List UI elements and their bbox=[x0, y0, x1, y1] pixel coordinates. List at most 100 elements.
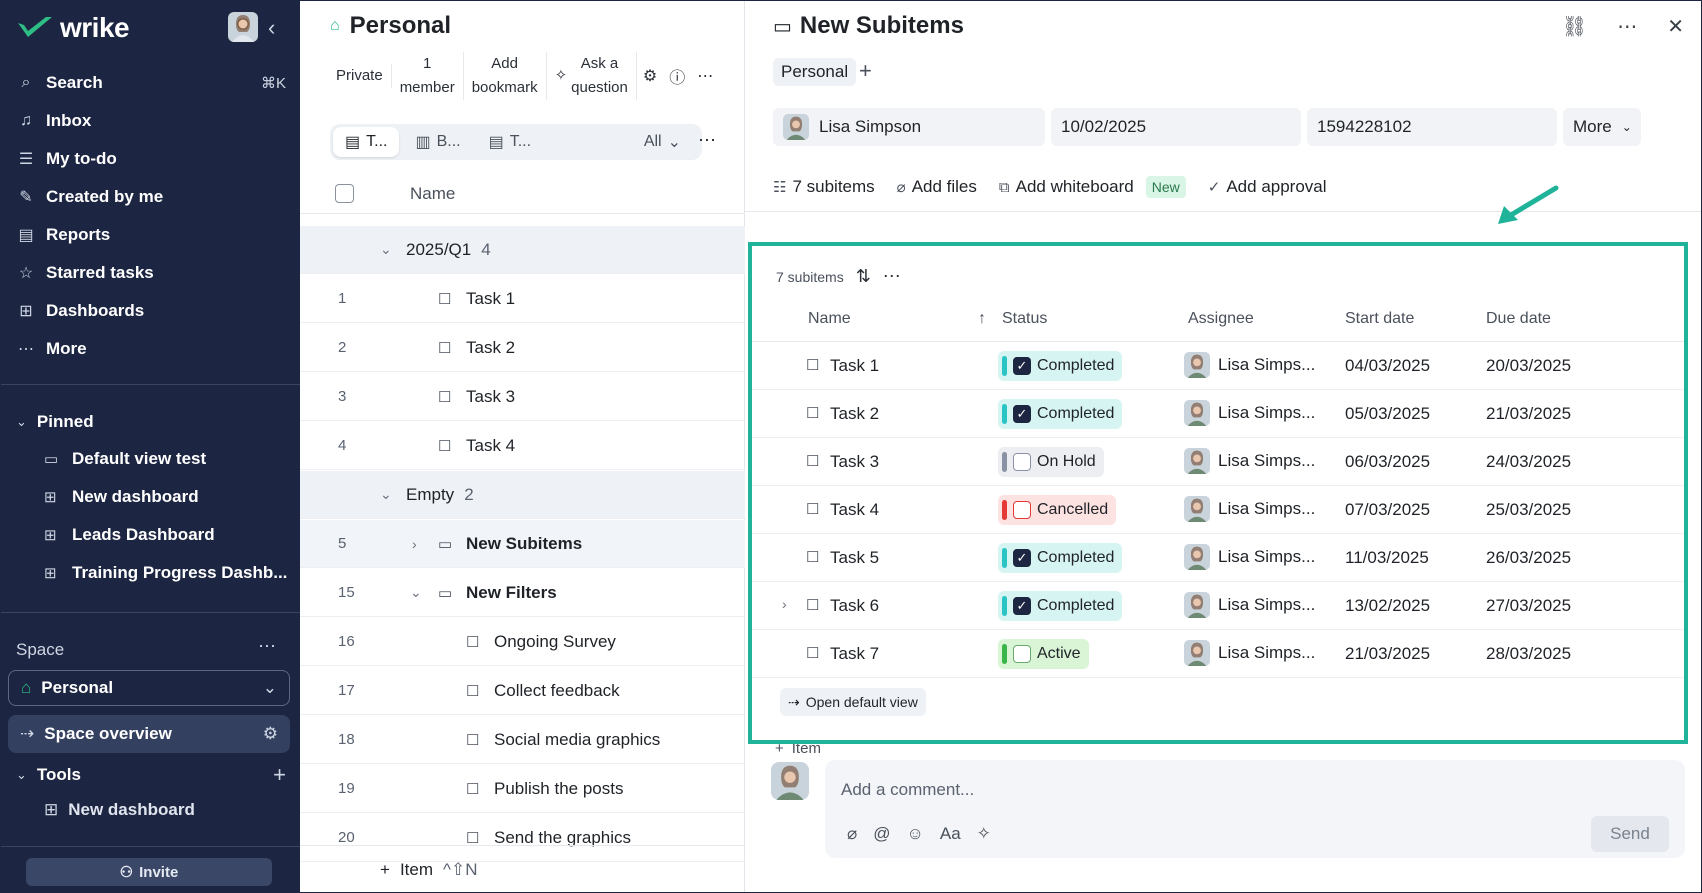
table-row[interactable]: ☐ Task 5 ✓ Completed Lisa Simps... 11/03/2025… bbox=[752, 534, 1684, 582]
chevron-right-icon[interactable]: › bbox=[782, 596, 787, 612]
subitem-name[interactable]: Task 3 bbox=[830, 452, 879, 472]
link-icon[interactable]: ⛓ bbox=[1562, 14, 1587, 39]
table-row[interactable]: 2 ☐ Task 2 bbox=[300, 324, 745, 372]
due-date-cell[interactable]: 20/03/2025 bbox=[1486, 356, 1571, 376]
location-tag[interactable]: Personal bbox=[773, 58, 857, 86]
table-row[interactable]: 18 ☐ Social media graphics bbox=[300, 716, 745, 764]
paperclip-icon[interactable]: ⌀ bbox=[847, 824, 857, 844]
sort-icon[interactable]: ⇅ bbox=[856, 266, 871, 287]
nav-search[interactable]: ⌕ Search ⌘K bbox=[16, 64, 286, 102]
tab-table-2[interactable]: ▤ T... bbox=[477, 127, 543, 157]
column-name[interactable]: Name bbox=[410, 184, 455, 204]
nav-reports[interactable]: ▤ Reports bbox=[16, 216, 286, 254]
nav-inbox[interactable]: ♫ Inbox bbox=[16, 102, 286, 140]
table-row[interactable]: ☐ Task 1 ✓ Completed Lisa Simps... 04/03/2025… bbox=[752, 342, 1684, 390]
chevron-right-icon[interactable]: › bbox=[412, 536, 417, 552]
gear-icon[interactable]: ⚙ bbox=[637, 66, 663, 86]
due-date-cell[interactable]: 28/03/2025 bbox=[1486, 644, 1571, 664]
nav-more[interactable]: ⋯ More bbox=[16, 330, 286, 368]
members-button[interactable]: 1 member bbox=[392, 52, 464, 100]
start-date-cell[interactable]: 05/03/2025 bbox=[1345, 404, 1430, 424]
due-date-cell[interactable]: 21/03/2025 bbox=[1486, 404, 1571, 424]
table-row[interactable]: ☐ Task 2 ✓ Completed Lisa Simps... 05/03/2025… bbox=[752, 390, 1684, 438]
private-button[interactable]: Private bbox=[328, 64, 392, 88]
status-checkbox[interactable]: ✓ bbox=[1013, 405, 1031, 423]
space-overview-item[interactable]: ⇢ Space overview ⚙ bbox=[8, 715, 290, 753]
subitem-name[interactable]: Task 7 bbox=[830, 644, 879, 664]
subitem-name[interactable]: Task 1 bbox=[830, 356, 879, 376]
table-row[interactable]: 16 ☐ Ongoing Survey bbox=[300, 618, 745, 666]
group-row[interactable]: ⌄ 2025/Q1 4 bbox=[300, 226, 745, 274]
more-icon[interactable]: ⋯ bbox=[698, 130, 717, 151]
nav-starred-tasks[interactable]: ☆ Starred tasks bbox=[16, 254, 286, 292]
assignee-cell[interactable]: Lisa Simps... bbox=[1184, 496, 1315, 522]
add-tag-icon[interactable]: + bbox=[859, 58, 872, 84]
status-badge[interactable]: ✓ Completed bbox=[998, 591, 1123, 621]
due-date-cell[interactable]: 26/03/2025 bbox=[1486, 548, 1571, 568]
due-date-cell[interactable]: 24/03/2025 bbox=[1486, 452, 1571, 472]
emoji-icon[interactable]: ☺ bbox=[907, 824, 924, 844]
tools-header[interactable]: ⌄ Tools + bbox=[16, 762, 286, 788]
status-badge[interactable]: Active bbox=[998, 639, 1089, 669]
assignee-cell[interactable]: Lisa Simps... bbox=[1184, 400, 1315, 426]
text-format-icon[interactable]: Aa bbox=[940, 824, 961, 844]
add-item-bar[interactable]: + Item ^⇧N bbox=[300, 845, 745, 893]
table-row[interactable]: 19 ☐ Publish the posts bbox=[300, 765, 745, 813]
assignee-cell[interactable]: Lisa Simps... bbox=[1184, 544, 1315, 570]
comment-input[interactable]: Add a comment... bbox=[841, 780, 974, 800]
due-date-cell[interactable]: 25/03/2025 bbox=[1486, 500, 1571, 520]
filter-all-dropdown[interactable]: All ⌄ bbox=[632, 127, 699, 157]
space-more-icon[interactable]: ⋯ bbox=[258, 636, 277, 657]
tab-table[interactable]: ▤ T... bbox=[333, 127, 400, 157]
start-date-cell[interactable]: 11/03/2025 bbox=[1345, 548, 1429, 568]
add-whiteboard-link[interactable]: ⧉ Add whiteboard New bbox=[999, 176, 1186, 198]
group-row[interactable]: ⌄ Empty 2 bbox=[300, 471, 745, 519]
due-date-cell[interactable]: 27/03/2025 bbox=[1486, 596, 1571, 616]
ask-question-button[interactable]: ✧ Ask a question bbox=[547, 52, 637, 100]
table-row[interactable]: › ☐ Task 6 ✓ Completed Lisa Simps... 13/02/202… bbox=[752, 582, 1684, 630]
status-checkbox[interactable] bbox=[1013, 453, 1031, 471]
add-bookmark-button[interactable]: Add bookmark bbox=[464, 52, 547, 100]
pinned-item[interactable]: ▭ Default view test bbox=[44, 440, 287, 478]
subitem-name[interactable]: Task 4 bbox=[830, 500, 879, 520]
assignee-cell[interactable]: Lisa Simps... bbox=[1184, 640, 1315, 666]
table-row[interactable]: ☐ Task 3 On Hold Lisa Simps... 06/03/2025 24/… bbox=[752, 438, 1684, 486]
tab-board[interactable]: ▥ B... bbox=[403, 127, 472, 157]
table-row[interactable]: 3 ☐ Task 3 bbox=[300, 373, 745, 421]
assignee-field[interactable]: Lisa Simpson bbox=[773, 108, 1045, 146]
more-icon[interactable]: ⋯ bbox=[1617, 14, 1637, 39]
start-date-cell[interactable]: 07/03/2025 bbox=[1345, 500, 1430, 520]
assignee-cell[interactable]: Lisa Simps... bbox=[1184, 448, 1315, 474]
add-approval-link[interactable]: ✓ Add approval bbox=[1208, 177, 1327, 197]
column-status[interactable]: Status bbox=[1002, 310, 1047, 328]
select-all-checkbox[interactable] bbox=[335, 184, 354, 203]
wrike-logo[interactable]: wrike bbox=[16, 12, 130, 44]
assignee-cell[interactable]: Lisa Simps... bbox=[1184, 592, 1315, 618]
status-checkbox[interactable]: ✓ bbox=[1013, 549, 1031, 567]
chevron-down-icon[interactable]: ⌄ bbox=[380, 486, 392, 503]
add-files-link[interactable]: ⌀ Add files bbox=[897, 177, 977, 197]
date-field[interactable]: 10/02/2025 bbox=[1051, 108, 1301, 146]
sparkle-icon[interactable]: ✧ bbox=[977, 824, 991, 844]
subitem-name[interactable]: Task 2 bbox=[830, 404, 879, 424]
table-row[interactable]: 4 ☐ Task 4 bbox=[300, 422, 745, 470]
sort-asc-icon[interactable]: ↑ bbox=[978, 310, 986, 328]
table-row[interactable]: 15 ⌄ ▭ New Filters bbox=[300, 569, 745, 617]
gear-icon[interactable]: ⚙ bbox=[263, 724, 278, 744]
column-due-date[interactable]: Due date bbox=[1486, 310, 1551, 328]
user-avatar[interactable] bbox=[228, 12, 258, 42]
add-tool-icon[interactable]: + bbox=[273, 762, 286, 788]
status-badge[interactable]: ✓ Completed bbox=[998, 351, 1123, 381]
subitem-name[interactable]: Task 5 bbox=[830, 548, 879, 568]
start-date-cell[interactable]: 21/03/2025 bbox=[1345, 644, 1430, 664]
space-selector[interactable]: ⌂ Personal ⌄ bbox=[8, 670, 290, 706]
open-default-view-button[interactable]: ⇢ Open default view bbox=[780, 688, 926, 716]
status-checkbox[interactable]: ✓ bbox=[1013, 357, 1031, 375]
start-date-cell[interactable]: 06/03/2025 bbox=[1345, 452, 1430, 472]
chevron-down-icon[interactable]: ⌄ bbox=[410, 584, 422, 601]
mention-icon[interactable]: @ bbox=[873, 824, 890, 844]
more-icon[interactable]: ⋯ bbox=[883, 266, 901, 287]
start-date-cell[interactable]: 13/02/2025 bbox=[1345, 596, 1430, 616]
more-icon[interactable]: ⋯ bbox=[691, 66, 719, 86]
table-row[interactable]: 5 › ▭ New Subitems bbox=[300, 520, 745, 568]
